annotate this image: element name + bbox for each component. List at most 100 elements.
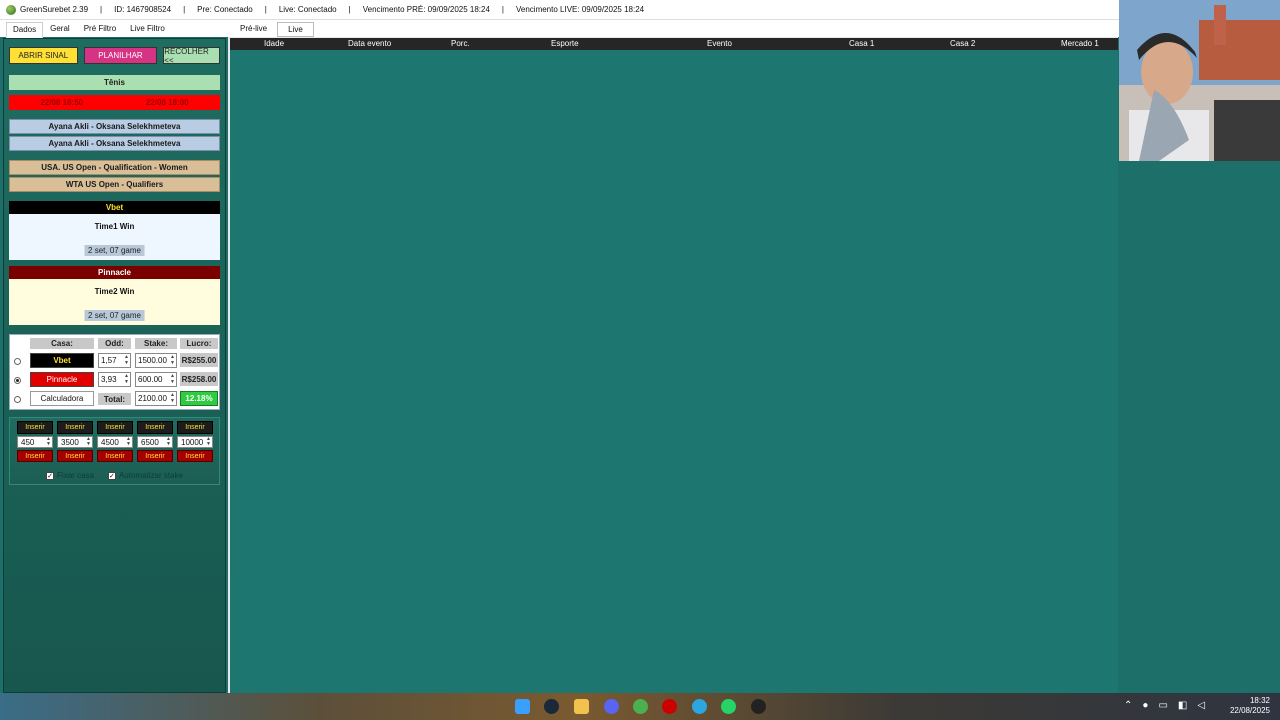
row1-house[interactable]: Vbet [30,353,94,368]
row1-stake-input[interactable]: 1500.00 ▲ ▼ [135,353,177,368]
spinner-arrows-icon[interactable]: ▲ ▼ [126,437,131,447]
app-logo-icon [6,4,16,15]
league-name-2: WTA US Open - Qualifiers [9,177,220,192]
col-mercado1[interactable]: Mercado 1 [1061,39,1099,48]
spinner-arrows-icon[interactable]: ▲ ▼ [170,355,175,366]
microphone-icon[interactable]: ● [1142,700,1148,711]
network-icon[interactable]: ◧ [1178,700,1187,711]
quick-stake-input[interactable]: 3500 ▲ ▼ [57,436,93,448]
col-porc[interactable]: Porc. [451,39,470,48]
checkbox-icon[interactable]: ✓ [107,471,116,480]
quick-stake-col: Inserir 4500 ▲ ▼ Inserir [97,421,133,462]
volume-icon[interactable]: ◁ [1197,700,1205,711]
action-buttons: ABRIR SINAL PLANILHAR RECOLHER << [9,47,220,65]
display-icon[interactable]: ▭ [1158,700,1167,711]
spinner-arrows-icon[interactable]: ▲ ▼ [206,437,211,447]
opera-icon[interactable] [662,699,677,714]
row1-radio[interactable] [14,358,21,365]
subtabs: Pré-live Live [230,22,314,37]
obs-icon[interactable] [751,699,766,714]
collapse-button[interactable]: RECOLHER << [163,47,220,65]
insert-button[interactable]: Inserir [177,421,213,434]
col-casa2[interactable]: Casa 2 [950,39,975,48]
clock-date: 22/08/2025 [1229,706,1270,715]
windows-start-icon[interactable] [515,699,530,714]
chevron-up-icon[interactable]: ⌃ [1124,700,1132,711]
row2-house[interactable]: Pinnacle [30,372,94,387]
subtab-live[interactable]: Live [277,22,314,37]
row1-odd-input[interactable]: 1,57 ▲ ▼ [98,353,131,368]
file-explorer-icon[interactable] [574,699,589,714]
col-esporte[interactable]: Esporte [551,39,579,48]
total-stake-input[interactable]: 2100.00 ▲ ▼ [135,391,177,406]
menu-bar: Dados Geral Pré Filtro Live Filtro Pré-l… [0,20,1120,38]
quick-stake-value: 4500 [101,437,119,447]
spinner-arrows-icon[interactable]: ▲ ▼ [166,437,171,447]
quick-stake-input[interactable]: 6500 ▲ ▼ [137,436,173,448]
spinner-arrows-icon[interactable]: ▲ ▼ [46,437,51,447]
spinner-arrows-icon[interactable]: ▲ ▼ [170,374,175,385]
event-date-1: 22/08 18:50 [40,98,84,107]
insert-button-alt[interactable]: Inserir [97,450,133,462]
col-evento[interactable]: Evento [707,39,732,48]
quick-stakes: Inserir 450 ▲ ▼ Inserir Inserir 3500 ▲ ▼ Ins… [9,417,220,485]
fix-house-checkbox[interactable]: ✓ Fixar casa [46,471,94,480]
tab-pre-filtro[interactable]: Pré Filtro [77,21,123,37]
row2-odd-input[interactable]: 3,93 ▲ ▼ [98,372,131,387]
open-signal-button[interactable]: ABRIR SINAL [9,47,78,64]
insert-button-alt[interactable]: Inserir [137,450,173,462]
insert-button-alt[interactable]: Inserir [177,450,213,462]
spreadsheet-button[interactable]: PLANILHAR [83,47,158,64]
spinner-arrows-icon[interactable]: ▲ ▼ [170,393,175,404]
tab-live-filtro[interactable]: Live Filtro [123,21,172,37]
insert-button-alt[interactable]: Inserir [57,450,93,462]
row2-profit: R$258.00 [180,372,218,386]
event-name-1: Ayana Akli - Oksana Selekhmeteva [9,119,220,134]
quick-stake-input[interactable]: 10000 ▲ ▼ [177,436,213,448]
quick-stake-input[interactable]: 4500 ▲ ▼ [97,436,133,448]
discord-icon[interactable] [604,699,619,714]
spinner-arrows-icon[interactable]: ▲ ▼ [86,437,91,447]
col-casa1[interactable]: Casa 1 [849,39,874,48]
row3-radio[interactable] [14,396,21,403]
quick-stake-col: Inserir 3500 ▲ ▼ Inserir [57,421,93,462]
event-dates: 22/08 18:50 22/08 18:00 [9,95,220,110]
grid-header: Idade Data evento Porc. Esporte Evento C… [230,38,1118,50]
quick-stake-value: 6500 [141,437,159,447]
whatsapp-icon[interactable] [721,699,736,714]
telegram-icon[interactable] [692,699,707,714]
event-date-2: 22/08 18:00 [145,98,189,107]
row1-profit: R$255.00 [180,353,218,367]
quick-stake-input[interactable]: 450 ▲ ▼ [17,436,53,448]
col-idade[interactable]: Idade [264,39,284,48]
webcam-overlay [1119,0,1280,161]
quick-stake-col: Inserir 450 ▲ ▼ Inserir [17,421,53,462]
insert-button[interactable]: Inserir [137,421,173,434]
bookmaker-2-box: Time2 Win 2 set, 07 game [9,279,220,325]
subtab-pre-live[interactable]: Pré-live [230,22,277,37]
bookmaker-2-period: 2 set, 07 game [84,310,145,321]
spinner-arrows-icon[interactable]: ▲ ▼ [124,355,129,366]
insert-button[interactable]: Inserir [57,421,93,434]
event-name-2: Ayana Akli - Oksana Selekhmeteva [9,136,220,151]
insert-button-alt[interactable]: Inserir [17,450,53,462]
insert-button[interactable]: Inserir [17,421,53,434]
tab-dados[interactable]: Dados [6,22,44,38]
steam-icon[interactable] [544,699,559,714]
calculator-button[interactable]: Calculadora [30,391,94,406]
row2-stake-input[interactable]: 600.00 ▲ ▼ [135,372,177,387]
checkbox-icon[interactable]: ✓ [46,471,55,480]
col-data-evento[interactable]: Data evento [348,39,391,48]
insert-button[interactable]: Inserir [97,421,133,434]
spinner-arrows-icon[interactable]: ▲ ▼ [124,374,129,385]
header-casa: Casa: [30,338,94,349]
bookmaker-2-market: Time2 Win [94,287,135,296]
system-tray: ⌃ ● ▭ ◧ ◁ [1124,700,1205,711]
tab-geral[interactable]: Geral [43,21,77,37]
clock[interactable]: 18:32 22/08/2025 [1230,696,1270,716]
row2-radio[interactable] [14,377,21,384]
auto-stake-checkbox[interactable]: ✓ Automatizar stake [107,471,183,480]
chrome-icon[interactable] [633,699,648,714]
profit-percent: 12.18% [180,391,218,406]
bookmaker-1-market: Time1 Win [94,222,135,231]
